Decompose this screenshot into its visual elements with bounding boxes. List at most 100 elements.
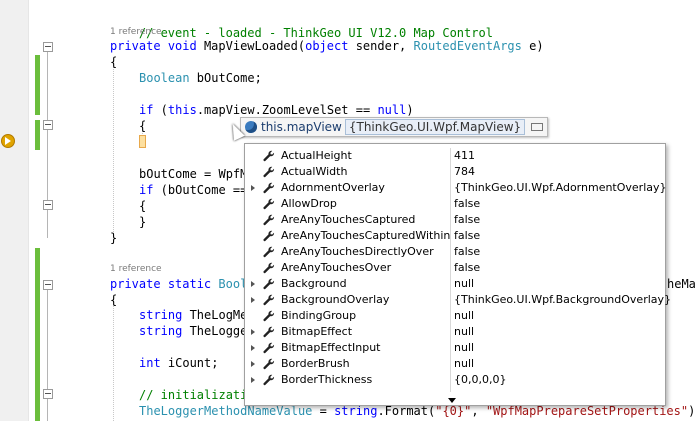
collapse-method-button[interactable] [43,280,53,290]
expand-arrow-icon[interactable] [251,185,255,191]
member-name: BitmapEffect [281,325,353,338]
outline-line [47,290,48,421]
member-value[interactable]: null [454,308,474,324]
member-row[interactable]: BorderThickness {0,0,0,0} [245,372,665,388]
object-icon [245,121,257,133]
datatip-expression[interactable]: this.mapView [261,120,342,134]
outline-line [47,52,48,238]
collapse-method-button[interactable] [43,42,53,52]
member-row[interactable]: BackgroundOverlay {ThinkGeo.UI.Wpf.Backgr… [245,292,671,308]
member-value[interactable]: 784 [454,164,475,180]
code-line: Boolean bOutCome; [139,71,262,85]
member-row[interactable]: AreAnyTouchesOver false [245,260,665,276]
current-statement-highlight [139,135,146,148]
codelens-reference[interactable]: 1 reference [110,27,162,37]
member-value[interactable]: {0,0,0,0} [454,372,506,388]
member-name: BitmapEffectInput [281,341,381,354]
member-name: AllowDrop [281,197,337,210]
collapse-block-button[interactable] [43,389,53,399]
code-line: { [139,199,147,213]
current-statement-arrow-icon [1,134,15,148]
member-name: BindingGroup [281,309,357,322]
member-name: Background [281,277,347,290]
collapse-block-button[interactable] [43,120,53,130]
member-row[interactable]: BindingGroup null [245,308,665,324]
datatip-value[interactable]: {ThinkGeo.UI.Wpf.MapView} [344,119,526,135]
wrench-icon [263,198,275,210]
datatip-header[interactable]: this.mapView {ThinkGeo.UI.Wpf.MapView} [240,117,549,137]
indicator-margin[interactable] [0,0,29,421]
member-row[interactable]: AreAnyTouchesCaptured false [245,212,665,228]
collapse-block-button[interactable] [43,200,53,210]
wrench-icon [263,374,275,386]
code-line: string TheLogMe [139,308,248,322]
member-name: AdornmentOverlay [281,181,385,194]
member-value[interactable]: false [454,244,480,260]
code-line: private static Bool [110,277,248,291]
member-row[interactable]: AdornmentOverlay {ThinkGeo.UI.Wpf.Adornme… [245,180,667,196]
code-line: private void MapViewLoaded(object sender… [110,39,544,53]
member-name: AreAnyTouchesCaptured [281,213,416,226]
member-value[interactable]: null [454,340,474,356]
member-value[interactable]: false [454,228,480,244]
member-name: AreAnyTouchesOver [281,261,392,274]
code-line: { [139,119,147,133]
member-row[interactable]: Background null [245,276,665,292]
wrench-icon [263,358,275,370]
change-indicator-bar [35,248,40,421]
member-row[interactable]: AllowDrop false [245,196,665,212]
pin-icon[interactable] [531,123,544,131]
member-row[interactable]: BitmapEffectInput null [245,340,665,356]
code-line: } [110,231,118,245]
wrench-icon [263,278,275,290]
indent-guide [113,302,114,421]
codelens-reference[interactable]: 1 reference [110,264,162,274]
member-name: BorderThickness [281,373,373,386]
code-line: // event - loaded - ThinkGeo UI V12.0 Ma… [110,9,493,40]
member-value[interactable]: false [454,212,480,228]
expand-arrow-icon[interactable] [251,345,255,351]
member-value[interactable]: false [454,196,480,212]
datatip-members-list[interactable]: ActualHeight 411 ActualWidth 784 AdornmentOv… [244,143,671,406]
member-name: AreAnyTouchesCapturedWithin [281,229,451,242]
wrench-icon [263,262,275,274]
member-value[interactable]: {ThinkGeo.UI.Wpf.AdornmentOverlay} [454,180,667,196]
code-line-current [139,134,146,150]
code-line: if (bOutCome == [139,183,248,197]
member-value[interactable]: 411 [454,148,475,164]
member-value[interactable]: null [454,276,474,292]
wrench-icon [263,342,275,354]
code-line: bOutCome = WpfM [139,167,248,181]
wrench-icon [263,166,275,178]
code-line: string TheLogge [139,324,248,338]
code-line-tail: heMap [667,277,695,291]
change-indicator-bar [35,55,40,115]
member-row[interactable]: BorderBrush null [245,356,665,372]
wrench-icon [263,294,275,306]
indent-guide [113,64,114,234]
member-value[interactable]: false [454,260,480,276]
code-line: int iCount; [139,356,219,370]
code-line: if (this.mapView.ZoomLevelSet == null) [139,103,414,117]
member-row[interactable]: ActualWidth 784 [245,164,665,180]
expand-arrow-icon[interactable] [251,281,255,287]
member-row[interactable]: ActualHeight 411 [245,148,665,164]
expand-arrow-icon[interactable] [251,329,255,335]
code-line: { [110,55,118,69]
expand-arrow-icon[interactable] [251,361,255,367]
wrench-icon [263,230,275,242]
expand-arrow-icon[interactable] [251,297,255,303]
member-name: ActualHeight [281,149,352,162]
code-line: } [139,215,147,229]
member-value[interactable]: {ThinkGeo.UI.Wpf.BackgroundOverlay} [454,292,671,308]
member-value[interactable]: null [454,324,474,340]
member-value[interactable]: null [454,356,474,372]
member-row[interactable]: AreAnyTouchesDirectlyOver false [245,244,665,260]
expand-arrow-icon[interactable] [251,377,255,383]
wrench-icon [263,246,275,258]
member-name: AreAnyTouchesDirectlyOver [281,245,434,258]
member-row[interactable]: BitmapEffect null [245,324,665,340]
scroll-down-icon[interactable] [448,398,456,403]
member-row[interactable]: AreAnyTouchesCapturedWithin false [245,228,665,244]
wrench-icon [263,150,275,162]
